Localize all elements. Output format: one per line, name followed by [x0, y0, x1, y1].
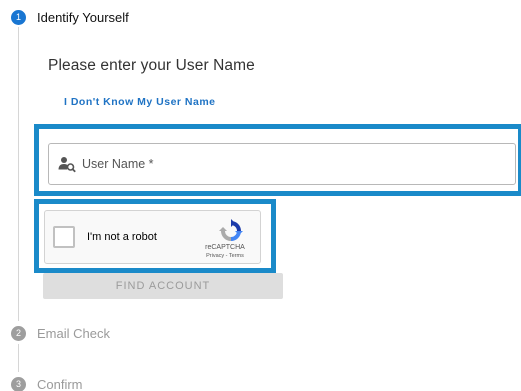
stepper-line-2: [18, 344, 19, 372]
highlight-frame-captcha: [34, 199, 276, 273]
find-account-button[interactable]: FIND ACCOUNT: [43, 273, 283, 299]
step-3-indicator: 3: [11, 377, 26, 391]
step-3-label: Confirm: [37, 377, 83, 391]
step-2-indicator: 2: [11, 326, 26, 341]
forgot-username-link[interactable]: I Don't Know My User Name: [64, 96, 216, 108]
stepper-line-1: [18, 27, 19, 321]
step-2-label: Email Check: [37, 326, 110, 341]
highlight-frame-username: [34, 124, 521, 196]
step-1-indicator: 1: [11, 10, 26, 25]
page-title: Please enter your User Name: [48, 57, 255, 74]
step-1-label: Identify Yourself: [37, 10, 129, 25]
